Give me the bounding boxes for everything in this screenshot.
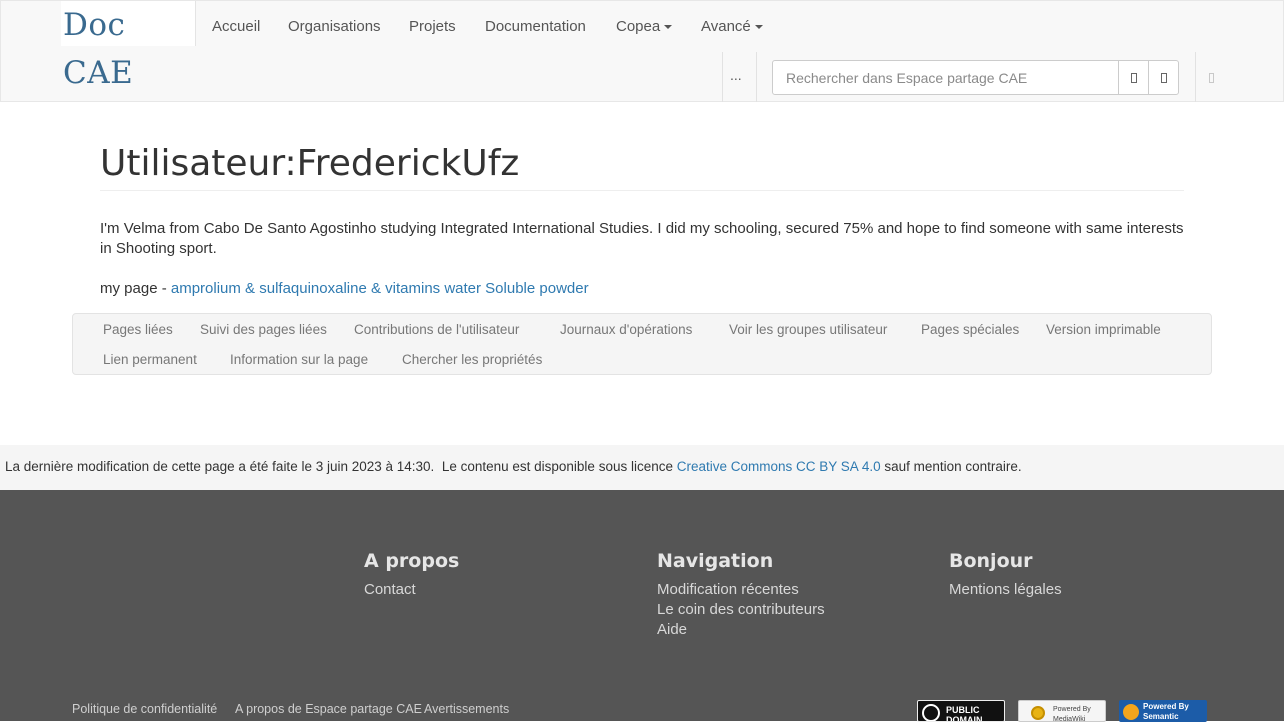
license-link[interactable]: Creative Commons CC BY SA 4.0 xyxy=(677,459,881,474)
mediawiki-icon xyxy=(1031,706,1045,720)
footer-heading: Bonjour xyxy=(949,550,1033,572)
footer-heading: A propos xyxy=(364,550,460,572)
nav-documentation[interactable]: Documentation xyxy=(485,17,586,37)
footer-column-navigation: Navigation Modification récentes Le coin… xyxy=(657,548,825,640)
page-tools: Pages liées Suivi des pages liées Contri… xyxy=(72,313,1212,375)
tool-information-page[interactable]: Information sur la page xyxy=(230,351,368,369)
search-input[interactable] xyxy=(772,60,1119,95)
nav-avance-dropdown[interactable]: Avancé xyxy=(701,17,763,37)
footer-link-contributors[interactable]: Le coin des contributeurs xyxy=(657,600,825,620)
nav-projets[interactable]: Projets xyxy=(409,17,456,37)
nav-accueil[interactable]: Accueil xyxy=(212,17,260,37)
my-page-line: my page - amprolium & sulfaquinoxaline &… xyxy=(100,279,589,299)
mediawiki-badge[interactable]: Powered By MediaWiki xyxy=(1018,700,1106,722)
nav-avance-label: Avancé xyxy=(701,18,751,35)
footer-disclaimers-link[interactable]: Avertissements xyxy=(424,702,509,716)
nav-copea-dropdown[interactable]: Copea xyxy=(616,17,673,37)
nav-divider xyxy=(756,52,757,102)
last-modified-text: La dernière modification de cette page a… xyxy=(5,459,435,474)
go-icon xyxy=(1130,72,1137,83)
nav-divider xyxy=(722,52,723,102)
chevron-down-icon xyxy=(754,25,763,30)
public-domain-badge[interactable]: PUBLIC DOMAIN xyxy=(917,700,1005,722)
chevron-down-icon xyxy=(664,25,673,30)
footer-link-help[interactable]: Aide xyxy=(657,620,825,640)
tool-lien-permanent[interactable]: Lien permanent xyxy=(103,351,197,369)
my-page-prefix: my page - xyxy=(100,280,167,297)
site-footer: A propos Contact Navigation Modification… xyxy=(0,490,1284,722)
nav-divider xyxy=(1195,52,1196,102)
footer-about-link[interactable]: A propos de Espace partage CAE xyxy=(235,702,422,716)
my-page-link[interactable]: amprolium & sulfaquinoxaline & vitamins … xyxy=(171,280,589,297)
page-title: Utilisateur:FrederickUfz xyxy=(100,138,1184,191)
tool-chercher-proprietes[interactable]: Chercher les propriétés xyxy=(402,351,542,369)
license-prefix: Le contenu est disponible sous licence xyxy=(441,459,673,474)
license-suffix: sauf mention contraire. xyxy=(884,459,1022,474)
footer-heading: Navigation xyxy=(657,550,774,572)
nav-copea-label: Copea xyxy=(616,18,661,35)
tool-version-imprimable[interactable]: Version imprimable xyxy=(1046,321,1161,339)
footer-privacy-link[interactable]: Politique de confidentialité xyxy=(72,702,217,716)
footer-column-bonjour: Bonjour Mentions légales xyxy=(949,548,1062,600)
site-logo[interactable]: Doc CAE xyxy=(61,1,196,91)
tool-journaux[interactable]: Journaux d'opérations xyxy=(560,321,692,339)
footer-link-legal[interactable]: Mentions légales xyxy=(949,580,1062,600)
more-menu-button[interactable]: ... xyxy=(730,67,742,83)
footer-link-recent-changes[interactable]: Modification récentes xyxy=(657,580,825,600)
footer-column-apropos: A propos Contact xyxy=(364,548,459,600)
semantic-mediawiki-icon xyxy=(1123,704,1139,720)
top-navbar: Doc CAE Accueil Organisations Projets Do… xyxy=(0,0,1284,102)
public-domain-icon xyxy=(922,704,940,721)
tool-pages-speciales[interactable]: Pages spéciales xyxy=(921,321,1019,339)
tool-pages-liees[interactable]: Pages liées xyxy=(103,321,173,339)
go-button[interactable] xyxy=(1118,60,1149,95)
search-button[interactable] xyxy=(1148,60,1179,95)
search-icon xyxy=(1160,72,1167,83)
last-modified-bar: La dernière modification de cette page a… xyxy=(0,445,1284,490)
nav-organisations[interactable]: Organisations xyxy=(288,17,381,37)
tool-contributions[interactable]: Contributions de l'utilisateur xyxy=(354,321,519,339)
user-bio: I'm Velma from Cabo De Santo Agostinho s… xyxy=(100,220,1184,257)
tool-suivi-pages-liees[interactable]: Suivi des pages liées xyxy=(200,321,327,339)
tool-groupes-utilisateur[interactable]: Voir les groupes utilisateur xyxy=(729,321,887,339)
semantic-mediawiki-badge[interactable]: Powered By Semantic xyxy=(1119,700,1207,722)
user-icon[interactable] xyxy=(1209,73,1214,83)
footer-link-contact[interactable]: Contact xyxy=(364,580,459,600)
